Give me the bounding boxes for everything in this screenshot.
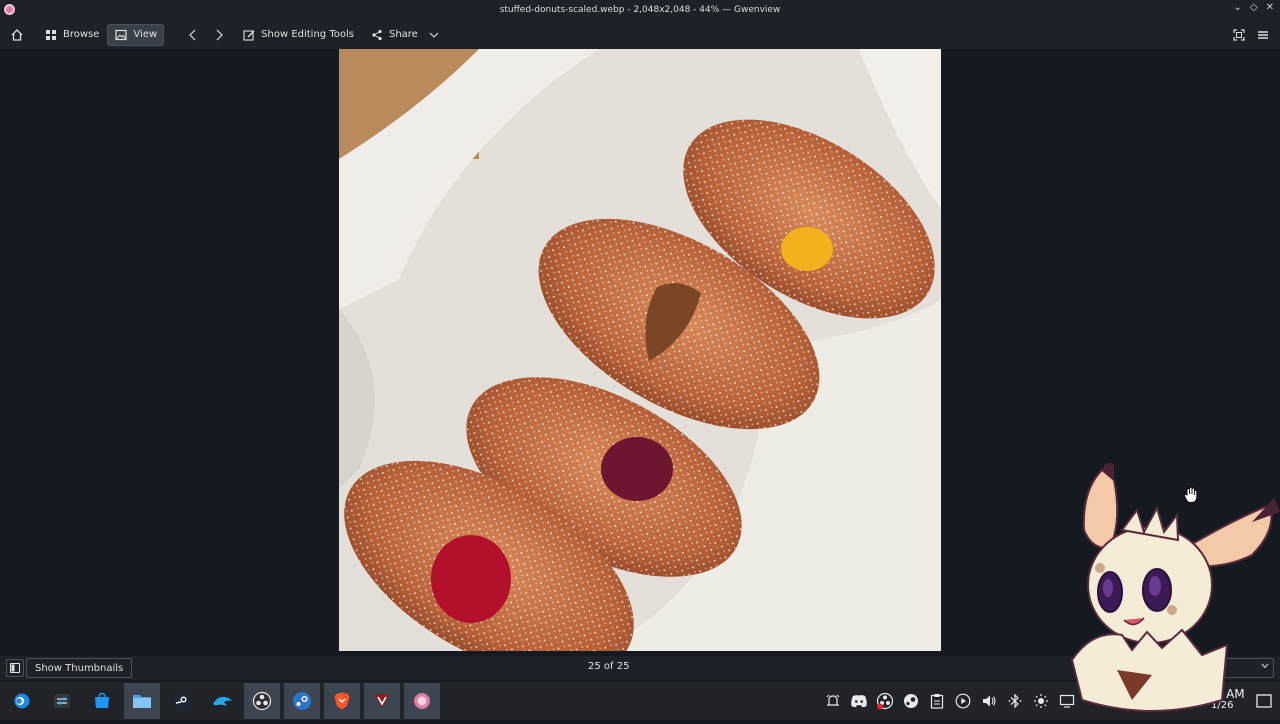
system-tray: [823, 682, 1077, 720]
hamburger-menu-button[interactable]: [1250, 24, 1276, 46]
media-player-icon[interactable]: [953, 691, 973, 711]
title-bar: stuffed-donuts-scaled.webp - 2,048x2,048…: [0, 0, 1280, 20]
obs-tray-icon[interactable]: [875, 691, 895, 711]
discover-store-icon[interactable]: [84, 683, 120, 719]
share-label: Share: [388, 29, 418, 40]
brightness-icon[interactable]: [1031, 691, 1051, 711]
chevron-right-icon: [212, 28, 226, 42]
brave-browser-icon[interactable]: [324, 683, 360, 719]
chevron-left-icon: [186, 28, 200, 42]
donut-photo: [339, 49, 941, 651]
bluetooth-icon[interactable]: [1005, 691, 1025, 711]
vtuber-avatar-overlay: [1062, 460, 1280, 724]
close-icon[interactable]: ✕: [1266, 2, 1274, 13]
system-settings-icon[interactable]: [44, 683, 80, 719]
obs-studio-icon[interactable]: [244, 683, 280, 719]
show-editing-tools-label: Show Editing Tools: [261, 29, 354, 40]
main-toolbar: Browse View Show Editing Tools Share: [0, 20, 1280, 49]
share-button[interactable]: Share: [364, 24, 447, 46]
browse-label: Browse: [63, 29, 100, 40]
steam-icon[interactable]: [284, 683, 320, 719]
application-launcher-icon[interactable]: [4, 683, 40, 719]
image-icon: [114, 28, 128, 42]
steam-link-icon[interactable]: [164, 683, 200, 719]
vivaldi-browser-icon[interactable]: [364, 683, 400, 719]
home-icon: [10, 28, 24, 42]
previous-button[interactable]: [180, 24, 206, 46]
steam-tray-icon[interactable]: [901, 691, 921, 711]
sidebar-toggle-icon[interactable]: [6, 659, 24, 677]
share-icon: [370, 28, 384, 42]
view-label: View: [133, 29, 158, 40]
hamburger-menu-icon: [1256, 28, 1270, 42]
home-button[interactable]: [4, 24, 30, 46]
dolphin-file-manager-icon[interactable]: [124, 683, 160, 719]
show-thumbnails-label[interactable]: Show Thumbnails: [26, 658, 133, 678]
window-title: stuffed-donuts-scaled.webp - 2,048x2,048…: [499, 5, 781, 15]
next-button[interactable]: [206, 24, 232, 46]
edit-image-icon: [242, 28, 256, 42]
show-editing-tools-button[interactable]: Show Editing Tools: [236, 24, 360, 46]
image-counter: 25 of 25: [588, 661, 630, 672]
fullscreen-button[interactable]: [1226, 24, 1252, 46]
fullscreen-icon: [1232, 28, 1246, 42]
dolphin-emulator-icon[interactable]: [204, 683, 240, 719]
keep-above-icon[interactable]: ◇: [1250, 2, 1258, 13]
show-thumbnails-button[interactable]: Show Thumbnails: [6, 658, 133, 678]
view-button[interactable]: View: [107, 23, 165, 46]
clipboard-icon[interactable]: [927, 691, 947, 711]
chevron-down-icon: [427, 28, 441, 42]
gwenview-icon[interactable]: [404, 683, 440, 719]
discord-icon[interactable]: [849, 691, 869, 711]
notifications-icon[interactable]: [823, 691, 843, 711]
browse-icon: [44, 28, 58, 42]
browse-button[interactable]: Browse: [38, 24, 105, 46]
volume-icon[interactable]: [979, 691, 999, 711]
minimize-icon[interactable]: ⌄: [1234, 2, 1242, 13]
app-menu-icon[interactable]: [4, 4, 15, 15]
